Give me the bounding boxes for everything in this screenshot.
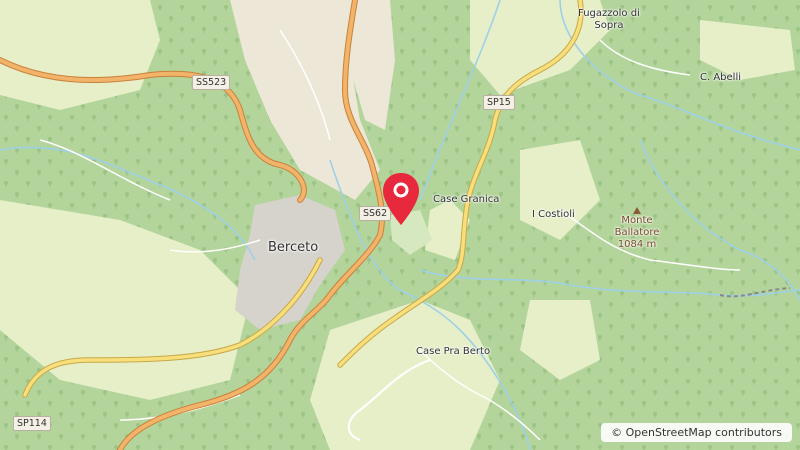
place-label-abelli: C. Abelli: [700, 72, 742, 83]
copyright-symbol: ©: [611, 426, 623, 439]
place-label-costioli: I Costioli: [532, 209, 575, 220]
place-label-granica: Case Granica: [433, 194, 500, 205]
road-shield-sp114: SP114: [13, 416, 51, 431]
pin-body: [383, 173, 419, 225]
map-attribution: © OpenStreetMap contributors: [601, 423, 792, 442]
map-view[interactable]: Berceto Fugazzolo di Sopra C. Abelli Cas…: [0, 0, 800, 450]
road-shield-sp15: SP15: [483, 95, 515, 110]
place-label-fugazzolo: Fugazzolo di Sopra: [578, 8, 640, 31]
osm-contributors-link[interactable]: OpenStreetMap contributors: [626, 426, 782, 439]
peak-label: Monte Ballatore 1084 m: [607, 215, 667, 251]
peak-elevation: 1084 m: [617, 239, 657, 250]
map-pin-icon[interactable]: [381, 171, 421, 227]
town-label: Berceto: [268, 240, 319, 255]
peak-name: Monte Ballatore: [614, 215, 660, 238]
road-shield-ss523: SS523: [192, 75, 231, 90]
place-label-pra-berto: Case Pra Berto: [416, 346, 491, 357]
